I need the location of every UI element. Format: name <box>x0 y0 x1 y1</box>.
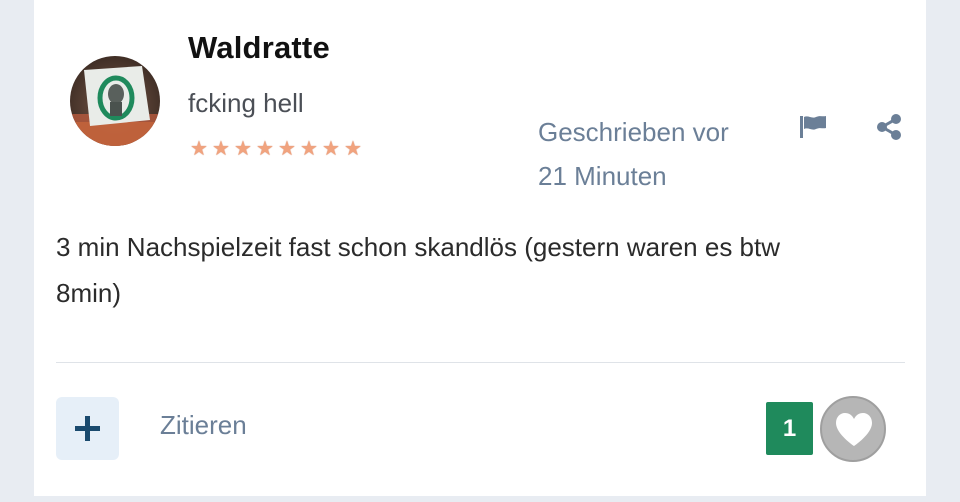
timestamp-prefix: Geschrieben vor <box>538 117 729 147</box>
rank-star: ★ <box>234 138 252 160</box>
share-button[interactable] <box>874 112 908 146</box>
multiquote-button[interactable] <box>56 397 119 460</box>
post-content: 3 min Nachspielzeit fast schon skandlös … <box>56 224 896 316</box>
rank-star: ★ <box>256 138 274 160</box>
rank-stars: ★ ★ ★ ★ ★ ★ ★ ★ <box>188 139 364 159</box>
quote-button[interactable]: Zitieren <box>160 410 247 441</box>
post-text-line: 3 min Nachspielzeit fast schon skandlös … <box>56 232 781 262</box>
avatar[interactable] <box>70 56 160 146</box>
like-count-badge[interactable]: 1 <box>766 402 813 455</box>
like-button[interactable] <box>820 396 886 462</box>
user-title: fcking hell <box>188 88 304 118</box>
timestamp-value: 21 Minuten <box>538 161 667 191</box>
share-icon <box>877 114 901 140</box>
rank-star: ★ <box>278 138 296 160</box>
rank-star: ★ <box>190 138 208 160</box>
post-text-line: 8min) <box>56 278 122 308</box>
rank-star: ★ <box>300 138 318 160</box>
rank-star: ★ <box>322 138 340 160</box>
heart-icon <box>836 413 872 446</box>
report-button[interactable] <box>798 112 832 146</box>
author-name[interactable]: Waldratte <box>188 30 330 66</box>
rank-star: ★ <box>212 138 230 160</box>
post-card: Waldratte fcking hell ★ ★ ★ ★ ★ ★ ★ ★ Ge… <box>34 0 926 496</box>
flag-icon <box>800 116 826 138</box>
divider <box>56 362 905 363</box>
plus-icon <box>75 416 100 441</box>
post-timestamp[interactable]: Geschrieben vor 21 Minuten <box>538 110 778 198</box>
rank-star: ★ <box>344 138 362 160</box>
